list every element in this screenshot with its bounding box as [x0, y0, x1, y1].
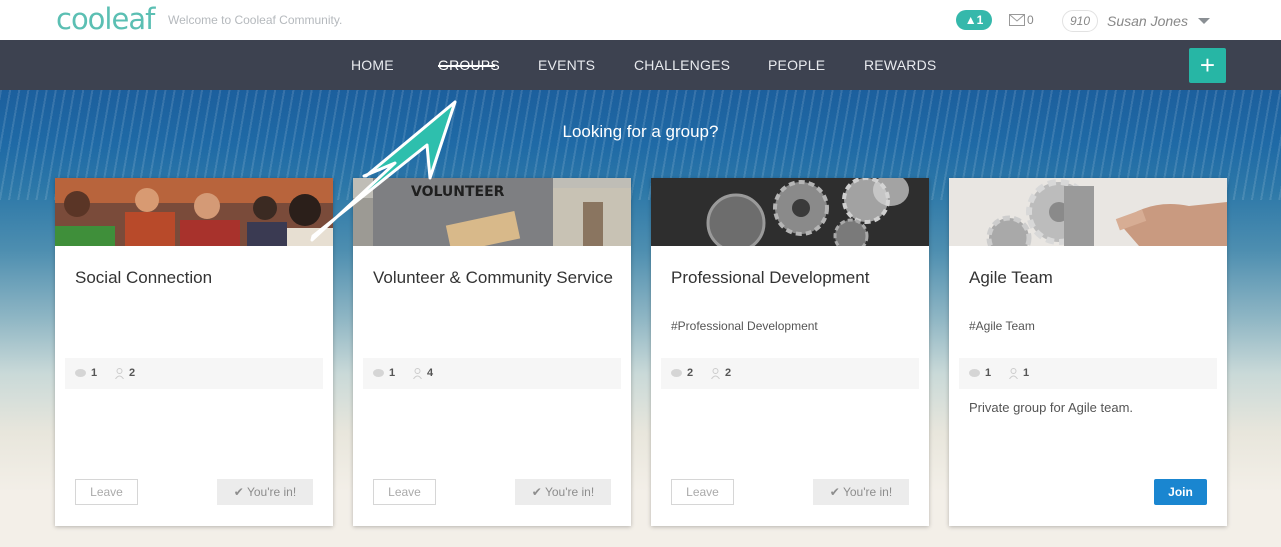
svg-text:VOLUNTEER: VOLUNTEER	[411, 184, 505, 200]
active-nav-underline	[438, 65, 495, 67]
group-image	[949, 178, 1227, 246]
comment-count-value: 1	[985, 367, 992, 379]
member-count-value: 4	[427, 367, 434, 379]
comment-count: 1	[75, 367, 97, 379]
group-title[interactable]: Social Connection	[75, 266, 315, 289]
member-count: 2	[115, 367, 135, 379]
message-count: 0	[1027, 13, 1034, 27]
messages-button[interactable]: 0	[1009, 11, 1034, 29]
member-count-value: 2	[725, 367, 732, 379]
group-title[interactable]: Professional Development	[671, 266, 911, 289]
caret-down-icon[interactable]	[1198, 18, 1210, 24]
group-card-agile-team[interactable]: Agile Team #Agile Team 1 1 Private group…	[949, 178, 1227, 526]
nav-challenges[interactable]: CHALLENGES	[634, 57, 730, 73]
check-icon: ✔	[829, 485, 843, 499]
top-header: cooleaf Welcome to Cooleaf Community. ▲1…	[0, 0, 1281, 40]
group-card-volunteer[interactable]: VOLUNTEER Volunteer & Community Service …	[353, 178, 631, 526]
nav-people[interactable]: PEOPLE	[768, 57, 825, 73]
cooleaf-logo[interactable]: cooleaf	[56, 2, 155, 36]
group-stats: 1 1	[959, 358, 1217, 389]
group-image	[55, 178, 333, 246]
member-count: 1	[1009, 367, 1029, 379]
comment-count: 2	[671, 367, 693, 379]
check-icon: ✔	[531, 485, 545, 499]
youre-in-label: You're in!	[246, 485, 297, 499]
nav-events[interactable]: EVENTS	[538, 57, 595, 73]
group-tag[interactable]: #Agile Team	[969, 319, 1035, 333]
join-button[interactable]: Join	[1154, 479, 1207, 505]
user-name[interactable]: Susan Jones	[1107, 13, 1188, 29]
group-card-social-connection[interactable]: Social Connection 1 2 Leave ✔ You're in!	[55, 178, 333, 526]
group-title[interactable]: Volunteer & Community Service	[373, 266, 613, 289]
person-icon	[115, 367, 124, 379]
comment-icon	[75, 368, 86, 377]
group-stats: 2 2	[661, 358, 919, 389]
group-title[interactable]: Agile Team	[969, 266, 1209, 289]
member-count: 4	[413, 367, 433, 379]
group-card-professional-development[interactable]: Professional Development #Professional D…	[651, 178, 929, 526]
comment-count-value: 1	[389, 367, 396, 379]
person-icon	[413, 367, 422, 379]
youre-in-button[interactable]: ✔ You're in!	[813, 479, 909, 505]
group-image	[651, 178, 929, 246]
notifications-badge[interactable]: ▲1	[956, 10, 992, 30]
youre-in-label: You're in!	[842, 485, 893, 499]
person-icon	[1009, 367, 1018, 379]
comment-icon	[969, 368, 980, 377]
bell-icon: ▲	[964, 13, 977, 27]
welcome-text: Welcome to Cooleaf Community.	[168, 13, 343, 27]
group-stats: 1 2	[65, 358, 323, 389]
leave-button[interactable]: Leave	[75, 479, 138, 505]
comment-icon	[671, 368, 682, 377]
add-button[interactable]: +	[1189, 48, 1226, 83]
plus-icon: +	[1199, 50, 1216, 80]
hero-title: Looking for a group?	[562, 122, 719, 141]
youre-in-label: You're in!	[544, 485, 595, 499]
comment-count-value: 1	[91, 367, 98, 379]
youre-in-button[interactable]: ✔ You're in!	[217, 479, 313, 505]
leave-button[interactable]: Leave	[671, 479, 734, 505]
group-stats: 1 4	[363, 358, 621, 389]
comment-count: 1	[373, 367, 395, 379]
comment-icon	[373, 368, 384, 377]
nav-rewards[interactable]: REWARDS	[864, 57, 936, 73]
comment-count: 1	[969, 367, 991, 379]
check-icon: ✔	[233, 485, 247, 499]
person-icon	[711, 367, 720, 379]
member-count-value: 1	[1023, 367, 1030, 379]
envelope-icon	[1009, 14, 1025, 26]
comment-count-value: 2	[687, 367, 694, 379]
points-badge[interactable]: 910	[1062, 10, 1098, 32]
notification-count: 1	[976, 13, 984, 27]
nav-home[interactable]: HOME	[351, 57, 394, 73]
group-image: VOLUNTEER	[353, 178, 631, 246]
leave-button[interactable]: Leave	[373, 479, 436, 505]
group-description: Private group for Agile team.	[969, 400, 1134, 415]
group-tag[interactable]: #Professional Development	[671, 319, 818, 333]
member-count: 2	[711, 367, 731, 379]
member-count-value: 2	[129, 367, 136, 379]
main-nav: HOME GROUPS EVENTS CHALLENGES PEOPLE REW…	[0, 40, 1281, 90]
youre-in-button[interactable]: ✔ You're in!	[515, 479, 611, 505]
